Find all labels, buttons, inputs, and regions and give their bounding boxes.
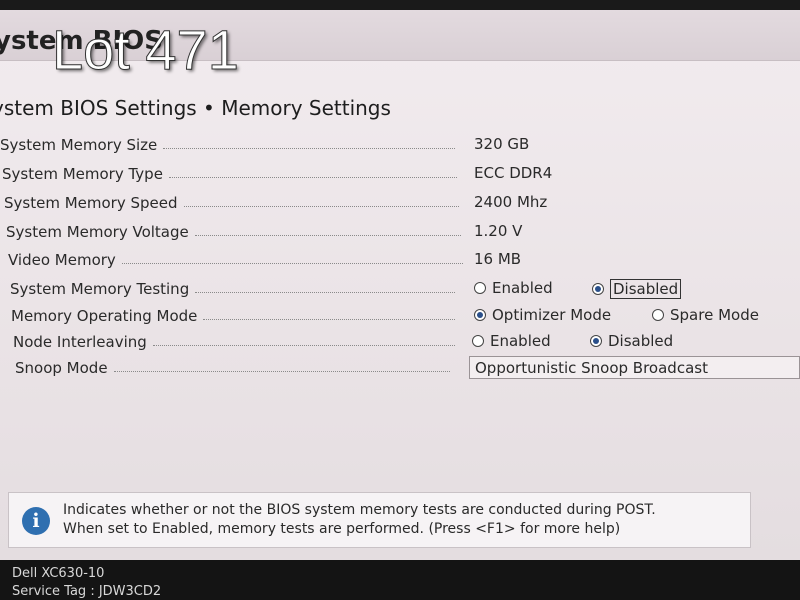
footer-bar: Dell XC630-10 Service Tag : JDW3CD2 [0, 560, 800, 600]
setting-label: System Memory Voltage [6, 223, 189, 241]
setting-row-memory-voltage: System Memory Voltage 1.20 V [0, 219, 800, 245]
service-tag: Service Tag : JDW3CD2 [12, 584, 162, 599]
model-name: Dell XC630-10 [12, 566, 105, 581]
setting-row-node-interleaving: Node Interleaving Enabled Disabled [0, 329, 800, 355]
title-bar: ystem BIOS Lot 471 [0, 10, 800, 78]
setting-row-memory-type: System Memory Type ECC DDR4 [0, 161, 800, 187]
radio-optimizer-mode[interactable]: Optimizer Mode [474, 306, 611, 324]
dotted-leader [121, 262, 463, 264]
snoop-mode-dropdown[interactable]: Opportunistic Snoop Broadcast [469, 356, 800, 379]
setting-value: 16 MB [474, 250, 522, 268]
dotted-leader [194, 234, 461, 236]
setting-row-snoop-mode: Snoop Mode Opportunistic Snoop Broadcast [0, 355, 800, 381]
setting-label: Video Memory [8, 251, 116, 269]
setting-row-memory-size: System Memory Size 320 GB [0, 132, 800, 158]
radio-node-interleaving-disabled[interactable]: Disabled [590, 332, 673, 350]
dotted-leader [195, 291, 455, 293]
setting-value: 1.20 V [474, 222, 523, 240]
setting-row-memory-speed: System Memory Speed 2400 Mhz [0, 190, 800, 216]
setting-value: 320 GB [474, 135, 530, 153]
setting-label: System Memory Size [0, 136, 158, 154]
radio-memory-testing-disabled[interactable]: Disabled [592, 279, 682, 299]
setting-row-memory-testing: System Memory Testing Enabled Disabled [0, 276, 800, 302]
radio-button[interactable] [474, 282, 486, 294]
radio-memory-testing-enabled[interactable]: Enabled [474, 279, 553, 297]
setting-row-operating-mode: Memory Operating Mode Optimizer Mode Spa… [0, 303, 800, 329]
radio-spare-mode[interactable]: Spare Mode [652, 306, 759, 324]
info-icon: i [22, 507, 50, 535]
setting-value: 2400 Mhz [474, 193, 548, 211]
radio-label-focused: Disabled [610, 279, 682, 299]
setting-value: ECC DDR4 [474, 164, 553, 182]
help-panel: i Indicates whether or not the BIOS syst… [8, 492, 751, 548]
setting-row-video-memory: Video Memory 16 MB [0, 247, 800, 273]
dotted-leader [168, 176, 457, 178]
radio-label: Disabled [608, 332, 674, 350]
dotted-leader [163, 147, 455, 149]
bios-screen: ystem BIOS Lot 471 ystem BIOS Settings •… [0, 10, 800, 560]
dotted-leader [113, 370, 450, 372]
help-text-line1: Indicates whether or not the BIOS system… [63, 502, 656, 518]
radio-label: Optimizer Mode [492, 306, 612, 324]
setting-label: Node Interleaving [13, 333, 147, 351]
radio-button-selected[interactable] [592, 283, 604, 295]
radio-label: Enabled [490, 332, 551, 350]
radio-button-selected[interactable] [474, 309, 486, 321]
radio-button[interactable] [472, 335, 484, 347]
dotted-leader [183, 205, 459, 207]
radio-label: Spare Mode [670, 306, 759, 324]
setting-label: System Memory Testing [10, 280, 190, 298]
help-text-line2: When set to Enabled, memory tests are pe… [63, 521, 621, 537]
page-title: ystem BIOS Settings • Memory Settings [0, 96, 391, 120]
radio-node-interleaving-enabled[interactable]: Enabled [472, 332, 551, 350]
setting-label: System Memory Type [2, 165, 163, 183]
lot-overlay-label: Lot 471 [52, 18, 240, 81]
dotted-leader [152, 344, 455, 346]
setting-label: Snoop Mode [15, 359, 108, 377]
setting-label: System Memory Speed [4, 194, 178, 212]
dotted-leader [203, 318, 455, 320]
radio-button-selected[interactable] [590, 335, 602, 347]
radio-button[interactable] [652, 309, 664, 321]
setting-label: Memory Operating Mode [11, 307, 198, 325]
radio-label: Enabled [492, 279, 553, 297]
